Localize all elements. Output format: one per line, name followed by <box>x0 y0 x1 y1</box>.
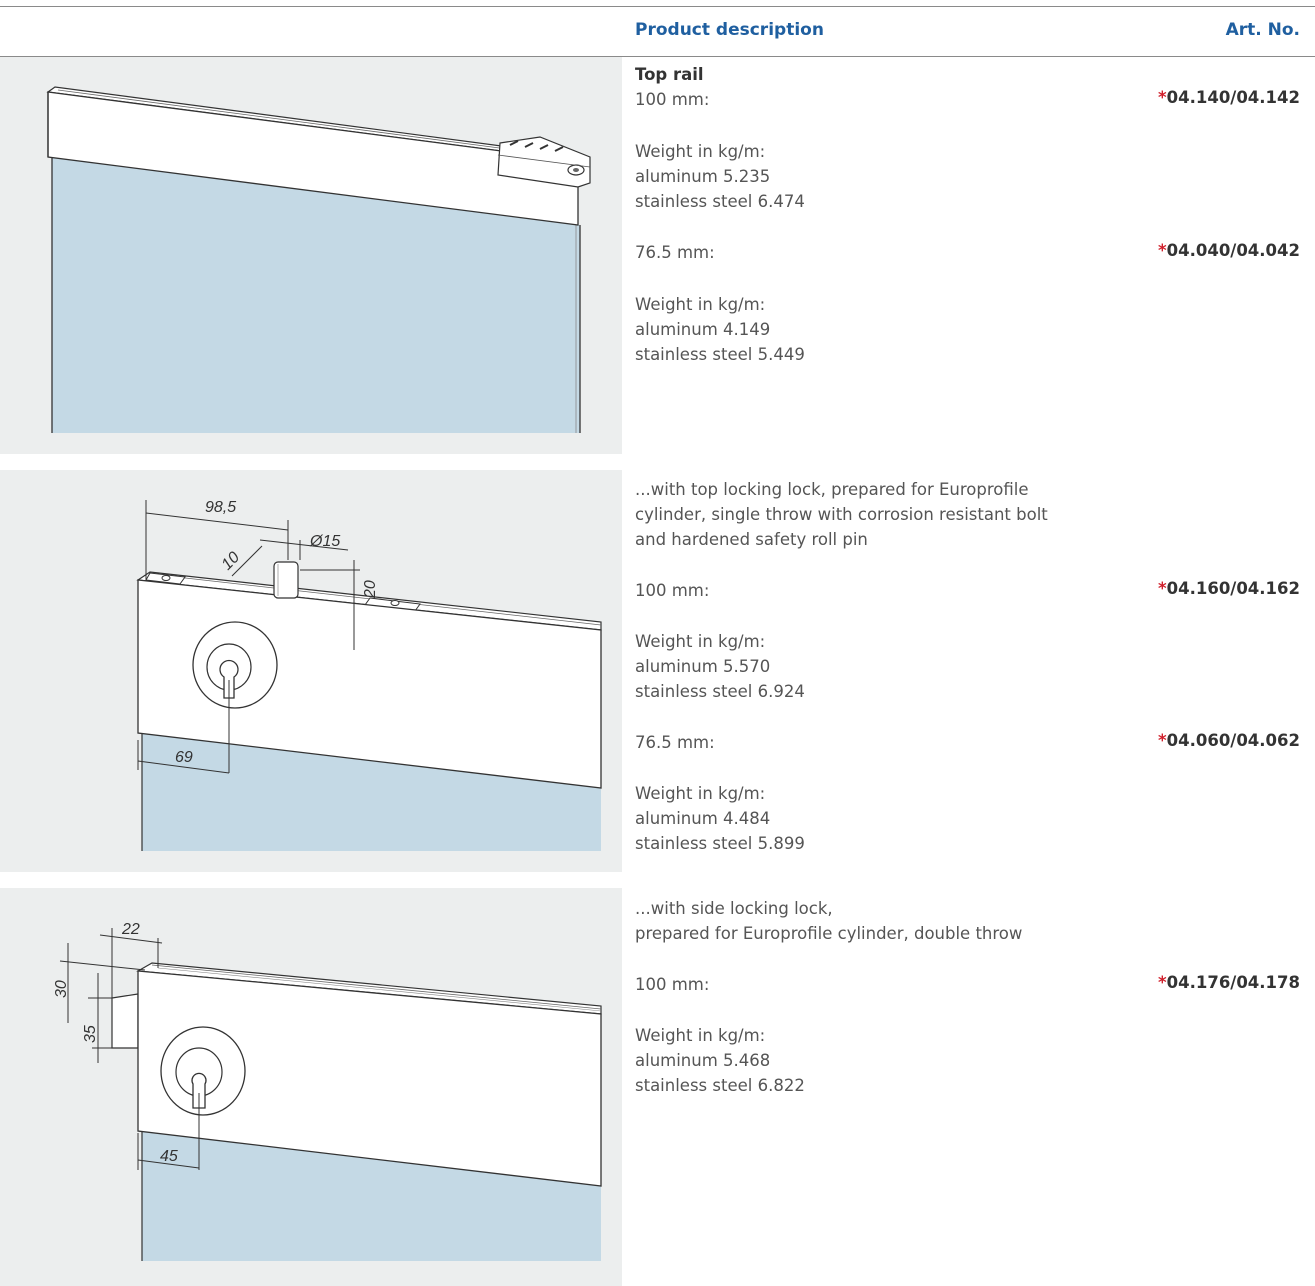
top-rule <box>0 6 1315 7</box>
art-number: 04.140/04.142 <box>1166 88 1300 107</box>
section1-alu-b: aluminum 4.149 <box>635 320 771 339</box>
section1-alu-a: aluminum 5.235 <box>635 167 771 186</box>
section1-size-b: 76.5 mm: <box>635 243 715 262</box>
top-rail-image <box>0 57 622 454</box>
section1-weight-label-a: Weight in kg/m: <box>635 142 766 161</box>
section1-art-b: *04.040/04.042 <box>1158 241 1300 260</box>
section3-alu-a: aluminum 5.468 <box>635 1051 771 1070</box>
section2-weight-label-a: Weight in kg/m: <box>635 632 766 651</box>
section3-desc-2: prepared for Europrofile cylinder, doubl… <box>635 924 1023 943</box>
dim-45: 45 <box>160 1148 178 1165</box>
art-marker: * <box>1157 579 1167 598</box>
section2-steel-a: stainless steel 6.924 <box>635 682 805 701</box>
section3-art-a: *04.176/04.178 <box>1158 973 1300 992</box>
section3-weight-label-a: Weight in kg/m: <box>635 1026 766 1045</box>
section1-weight-label-b: Weight in kg/m: <box>635 295 766 314</box>
art-number: 04.040/04.042 <box>1166 241 1300 260</box>
side-locking-lock-image: 22 30 35 45 <box>0 888 622 1286</box>
dim-d15: Ø15 <box>309 533 340 550</box>
top-locking-lock-image: 98,5 Ø15 10 20 69 <box>0 470 622 872</box>
dim-98-5: 98,5 <box>205 499 236 516</box>
section2-alu-b: aluminum 4.484 <box>635 809 771 828</box>
art-marker: * <box>1157 973 1167 992</box>
art-number: 04.176/04.178 <box>1166 973 1300 992</box>
section2-desc-3: and hardened safety roll pin <box>635 530 868 549</box>
section2-art-b: *04.060/04.062 <box>1158 731 1300 750</box>
dim-69: 69 <box>175 749 193 766</box>
dim-22: 22 <box>121 921 140 938</box>
section2-steel-b: stainless steel 5.899 <box>635 834 805 853</box>
section3-size-a: 100 mm: <box>635 975 710 994</box>
section2-art-a: *04.160/04.162 <box>1158 579 1300 598</box>
section2-alu-a: aluminum 5.570 <box>635 657 771 676</box>
art-marker: * <box>1157 241 1167 260</box>
art-number: 04.060/04.062 <box>1166 731 1300 750</box>
art-marker: * <box>1157 731 1167 750</box>
section2-size-b: 76.5 mm: <box>635 733 715 752</box>
section3-steel-a: stainless steel 6.822 <box>635 1076 805 1095</box>
art-marker: * <box>1157 88 1167 107</box>
section1-art-a: *04.140/04.142 <box>1158 88 1300 107</box>
section2-desc-2: cylinder, single throw with corrosion re… <box>635 505 1048 524</box>
section1-steel-a: stainless steel 6.474 <box>635 192 805 211</box>
section2-desc-1: ...with top locking lock, prepared for E… <box>635 480 1029 499</box>
product-description-header: Product description <box>635 20 824 40</box>
section1-size-a: 100 mm: <box>635 90 710 109</box>
section2-size-a: 100 mm: <box>635 581 710 600</box>
art-number: 04.160/04.162 <box>1166 579 1300 598</box>
dim-10: 10 <box>219 549 244 574</box>
dim-35: 35 <box>82 1025 99 1043</box>
section2-weight-label-b: Weight in kg/m: <box>635 784 766 803</box>
dim-30: 30 <box>53 980 70 998</box>
dim-20: 20 <box>362 580 379 599</box>
art-no-header: Art. No. <box>1225 20 1300 40</box>
section3-desc-1: ...with side locking lock, <box>635 899 833 918</box>
section1-title: Top rail <box>635 65 704 84</box>
section1-steel-b: stainless steel 5.449 <box>635 345 805 364</box>
